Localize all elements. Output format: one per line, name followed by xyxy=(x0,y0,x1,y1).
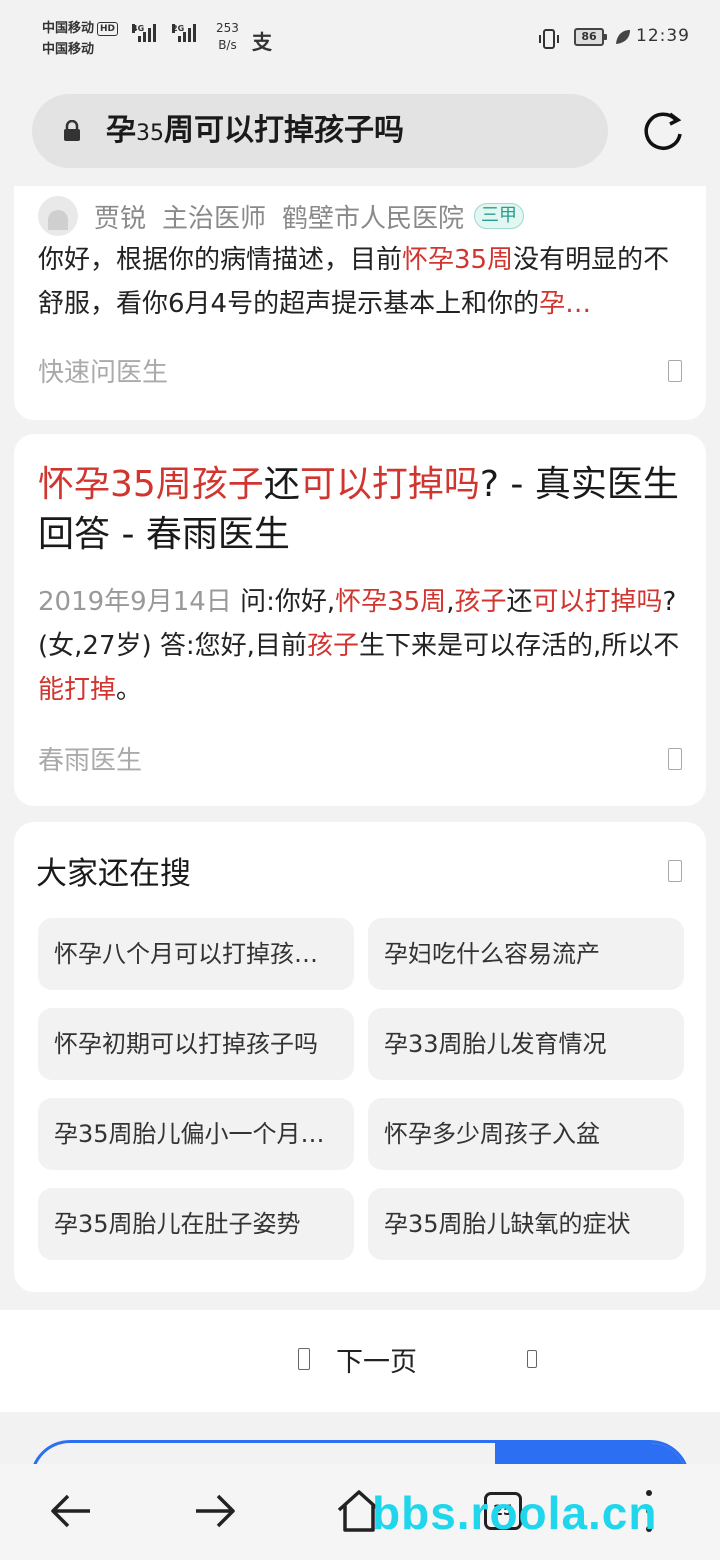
highlighted-keyword: 孕… xyxy=(539,289,592,319)
doctor-title: 主治医师 xyxy=(162,203,267,234)
doctor-name: 贾锐 xyxy=(94,203,147,234)
highlighted-keyword: 怀孕35周孩子 xyxy=(38,464,264,505)
speed-value: 253 xyxy=(216,21,239,35)
more-options-icon[interactable] xyxy=(668,360,682,382)
search-query[interactable]: 孕35周可以打掉孩子吗 xyxy=(106,112,404,153)
clock: 12:39 xyxy=(636,26,690,46)
result-title[interactable]: 怀孕35周孩子还可以打掉吗? - 真实医生回答 - 春雨医生 xyxy=(38,460,684,560)
related-search-chip[interactable]: 孕35周胎儿偏小一个月… xyxy=(38,1098,354,1170)
alipay-icon: 支 xyxy=(252,30,272,54)
text-segment: 生下来是可以存活的,所以不 xyxy=(358,631,680,661)
related-search-chip[interactable]: 怀孕初期可以打掉孩子吗 xyxy=(38,1008,354,1080)
network-speed: 253 B/s xyxy=(216,20,239,54)
network-type-1: 4G xyxy=(132,24,145,33)
query-number: 35 xyxy=(136,121,164,146)
avatar xyxy=(38,196,78,236)
highlighted-keyword: 孩子 xyxy=(454,587,507,617)
hd-badge: HD xyxy=(97,22,119,36)
result-source[interactable]: 快速问医生 xyxy=(38,352,168,389)
carrier-2: 中国移动 xyxy=(42,42,95,57)
hospital-grade-badge: 三甲 xyxy=(474,203,525,229)
related-searches-card: 大家还在搜 怀孕八个月可以打掉孩… 孕妇吃什么容易流产 怀孕初期可以打掉孩子吗 … xyxy=(14,822,706,1292)
related-search-chip[interactable]: 孕33周胎儿发育情况 xyxy=(368,1008,684,1080)
highlighted-keyword: 能打掉 xyxy=(38,675,117,705)
related-search-chip[interactable]: 怀孕八个月可以打掉孩… xyxy=(38,918,354,990)
result-snippet: 你好，根据你的病情描述，目前怀孕35周没有明显的不舒服，看你6月4号的超声提示基… xyxy=(38,238,684,326)
text-segment: 还 xyxy=(263,464,300,505)
signal-4g-icon: 4G xyxy=(132,24,156,42)
highlighted-keyword: 怀孕35周 xyxy=(402,245,514,275)
lock-icon xyxy=(64,120,80,141)
more-options-icon[interactable] xyxy=(668,860,682,882)
carrier-1: 中国移动 xyxy=(42,21,95,36)
related-searches-title: 大家还在搜 xyxy=(36,856,191,892)
text-segment: 你好，根据你的病情描述，目前 xyxy=(38,245,403,275)
highlighted-keyword: 怀孕35周 xyxy=(335,587,447,617)
highlighted-keyword: 孩子 xyxy=(306,631,359,661)
refresh-icon[interactable] xyxy=(640,108,686,154)
carrier-info: 中国移动 HD 中国移动 xyxy=(42,18,119,60)
related-search-chip[interactable]: 怀孕多少周孩子入盆 xyxy=(368,1098,684,1170)
more-options-icon[interactable] xyxy=(668,748,682,770)
text-segment: 。 xyxy=(116,675,143,705)
query-prefix: 孕 xyxy=(106,113,136,148)
related-search-chip[interactable]: 孕35周胎儿缺氧的症状 xyxy=(368,1188,684,1260)
pagination-bar: 下一页 xyxy=(0,1310,720,1412)
network-type-2: 2G xyxy=(172,24,185,33)
speed-unit: B/s xyxy=(218,38,237,52)
highlighted-keyword: 可以打掉吗 xyxy=(532,587,663,617)
result-source[interactable]: 春雨医生 xyxy=(38,740,142,777)
battery-level: 86 xyxy=(581,30,597,43)
result-card-2[interactable]: 怀孕35周孩子还可以打掉吗? - 真实医生回答 - 春雨医生 2019年9月14… xyxy=(14,434,706,806)
related-searches-grid: 怀孕八个月可以打掉孩… 孕妇吃什么容易流产 怀孕初期可以打掉孩子吗 孕33周胎儿… xyxy=(38,918,684,1260)
query-rest: 周可以打掉孩子吗 xyxy=(164,113,404,148)
forward-arrow-icon[interactable] xyxy=(190,1486,240,1536)
signal-2g-icon: 2G xyxy=(172,24,196,42)
address-bar[interactable]: 孕35周可以打掉孩子吗 xyxy=(32,94,608,168)
related-search-chip[interactable]: 孕35周胎儿在肚子姿势 xyxy=(38,1188,354,1260)
highlighted-keyword: 可以打掉吗 xyxy=(299,464,480,505)
text-segment: 还 xyxy=(506,587,533,617)
vibrate-icon xyxy=(539,29,559,49)
result-date: 2019年9月14日 xyxy=(38,587,232,617)
next-page-button[interactable]: 下一页 xyxy=(336,1340,417,1379)
result-card-1[interactable]: 贾锐 主治医师 鹤壁市人民医院 三甲 你好，根据你的病情描述，目前怀孕35周没有… xyxy=(14,186,706,420)
text-segment: 问:你好, xyxy=(240,587,336,617)
prev-page-icon[interactable] xyxy=(298,1348,310,1370)
watermark: bbs.roola.cn xyxy=(372,1487,658,1539)
status-bar: 中国移动 HD 中国移动 4G 2G 253 B/s 支 86 12:39 xyxy=(0,0,720,80)
related-search-chip[interactable]: 孕妇吃什么容易流产 xyxy=(368,918,684,990)
back-arrow-icon[interactable] xyxy=(46,1486,96,1536)
result-snippet: 2019年9月14日 问:你好,怀孕35周,孩子还可以打掉吗?(女,27岁) 答… xyxy=(38,580,688,712)
leaf-icon xyxy=(616,30,630,44)
hospital-name: 鹤壁市人民医院 xyxy=(282,203,465,234)
battery-icon: 86 xyxy=(574,28,607,46)
next-page-icon[interactable] xyxy=(527,1350,537,1368)
doctor-info: 贾锐 主治医师 鹤壁市人民医院 三甲 xyxy=(38,196,525,236)
